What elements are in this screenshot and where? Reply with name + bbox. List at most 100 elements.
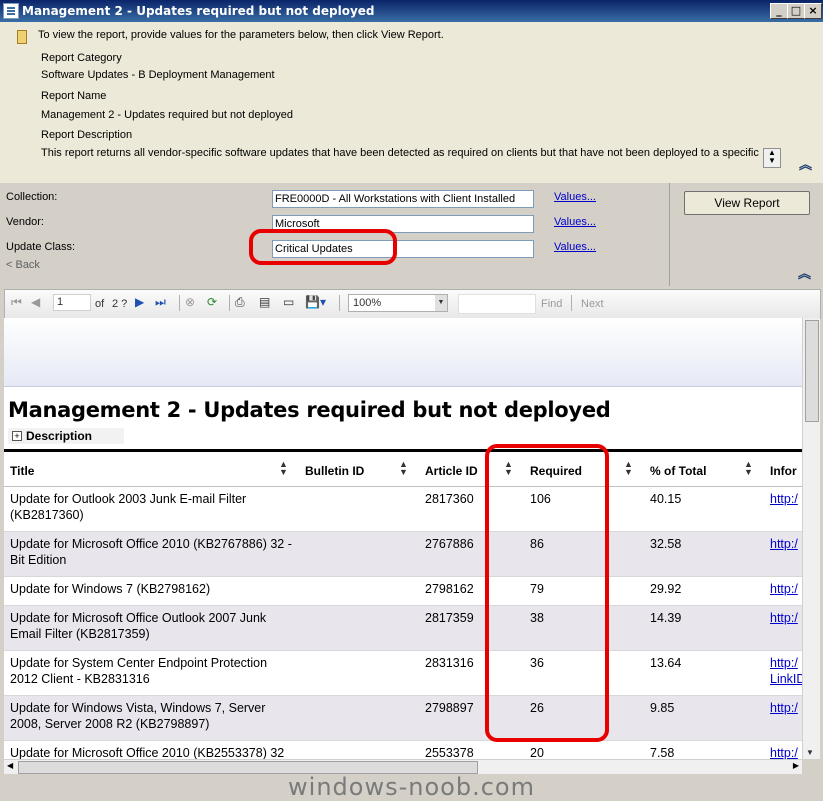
cell-percent: 40.15	[650, 492, 682, 506]
watermark: windows-noob.com	[288, 773, 535, 801]
table-header: Title ▲ ▼ Bulletin ID ▲ ▼ Article ID ▲ ▼ Re…	[4, 454, 802, 487]
name-label: Report Name	[41, 90, 107, 102]
collection-input[interactable]	[272, 190, 534, 208]
last-page-icon[interactable]: ⏭	[155, 295, 166, 309]
find-button[interactable]: Find	[541, 297, 562, 311]
cell-info-link[interactable]: http:/ LinkID	[770, 655, 802, 687]
cell-percent: 14.39	[650, 611, 682, 625]
column-header-percent[interactable]: % of Total	[650, 464, 706, 478]
description-value: This report returns all vendor-specific …	[41, 147, 759, 159]
cell-article: 2798162	[425, 582, 474, 596]
sort-icon[interactable]: ▲ ▼	[744, 460, 753, 477]
name-value: Management 2 - Updates required but not …	[41, 109, 293, 121]
column-header-bulletin[interactable]: Bulletin ID	[305, 464, 364, 478]
cell-percent: 7.58	[650, 746, 675, 759]
vendor-values-link[interactable]: Values...	[554, 216, 596, 228]
print-layout-icon[interactable]: ▤	[259, 295, 270, 309]
description-label: Report Description	[41, 129, 133, 141]
cell-article: 2817360	[425, 492, 474, 506]
table-row: Update for Microsoft Office 2010 (KB2553…	[4, 741, 802, 759]
cell-info-link[interactable]: http:/	[770, 700, 798, 716]
find-next-button[interactable]: Next	[581, 297, 604, 311]
table-row: Update for Windows Vista, Windows 7, Ser…	[4, 696, 802, 741]
toolbar-separator	[339, 295, 340, 311]
vertical-scrollbar[interactable]: ▼	[802, 318, 820, 759]
find-input[interactable]	[458, 294, 536, 314]
cell-title: Update for Outlook 2003 Junk E-mail Filt…	[10, 492, 247, 522]
scroll-left-arrow-icon[interactable]: ◀	[7, 761, 13, 770]
info-link-line2[interactable]: LinkID	[770, 672, 802, 686]
first-page-icon[interactable]: ⏮	[11, 295, 22, 309]
scroll-right-arrow-icon[interactable]: ▶	[793, 761, 799, 770]
vendor-label: Vendor:	[6, 216, 44, 228]
description-label: Description	[26, 429, 93, 443]
parameters-panel: Collection: Values... Vendor: Values... …	[0, 183, 669, 286]
instructions-text: To view the report, provide values for t…	[38, 29, 444, 41]
collapse-params-chevron-icon[interactable]: ︽	[798, 263, 811, 282]
vertical-scroll-thumb[interactable]	[805, 320, 819, 422]
cell-article: 2553378	[425, 746, 474, 759]
header-divider	[4, 449, 802, 452]
cell-title: Update for Microsoft Office 2010 (KB2767…	[10, 537, 292, 567]
column-header-info[interactable]: Infor	[770, 464, 797, 478]
window-title: Management 2 - Updates required but not …	[22, 4, 375, 18]
scroll-down-arrow-icon[interactable]: ▼	[806, 748, 814, 757]
sort-icon[interactable]: ▲ ▼	[624, 460, 633, 477]
cell-title: Update for Microsoft Office Outlook 2007…	[10, 611, 267, 641]
highlight-update-class	[249, 229, 397, 265]
description-toggle[interactable]: + Description	[8, 428, 124, 444]
stop-icon[interactable]: ⊗	[185, 295, 195, 309]
minimize-button[interactable]: _	[770, 3, 788, 19]
chevron-down-icon[interactable]: ▼	[435, 295, 447, 311]
cell-percent: 13.64	[650, 656, 682, 670]
cell-article: 2817359	[425, 611, 474, 625]
back-link[interactable]: < Back	[6, 259, 40, 271]
view-report-panel: View Report ︽	[669, 183, 823, 286]
collapse-chevron-icon[interactable]: ︽	[799, 154, 812, 173]
column-header-article[interactable]: Article ID	[425, 464, 478, 478]
cell-info-link[interactable]: http:/	[770, 491, 798, 507]
update-class-values-link[interactable]: Values...	[554, 241, 596, 253]
close-button[interactable]: ×	[804, 3, 822, 19]
highlight-required-column	[485, 444, 609, 742]
page-number-input[interactable]: 1	[53, 294, 91, 311]
export-icon[interactable]: 💾▾	[305, 295, 326, 309]
column-header-title[interactable]: Title	[10, 464, 34, 478]
cell-title: Update for Microsoft Office 2010 (KB2553…	[10, 746, 285, 759]
table-row: Update for Outlook 2003 Junk E-mail Filt…	[4, 487, 802, 532]
report-toolbar: ⏮ ◀ 1 of 2 ? ▶ ⏭ ⊗ ⟳ ⎙ ▤ ▭ 💾▾ 100% ▼ Find…	[4, 289, 821, 319]
sort-icon[interactable]: ▲ ▼	[399, 460, 408, 477]
cell-info-link[interactable]: http:/	[770, 581, 798, 597]
page-of-label: of	[95, 298, 105, 310]
page-setup-icon[interactable]: ▭	[283, 295, 294, 309]
cell-info-link[interactable]: http:/	[770, 536, 798, 552]
zoom-value: 100%	[353, 297, 382, 309]
collection-values-link[interactable]: Values...	[554, 191, 596, 203]
scroll-spinner[interactable]: ▲ ▼	[763, 148, 781, 168]
report-window-icon	[3, 3, 19, 19]
sort-icon[interactable]: ▲ ▼	[279, 460, 288, 477]
toolbar-separator	[229, 295, 230, 311]
cell-title: Update for System Center Endpoint Protec…	[10, 656, 268, 686]
maximize-button[interactable]: □	[787, 3, 805, 19]
info-link-line1[interactable]: http:/	[770, 656, 798, 670]
cell-article: 2767886	[425, 537, 474, 551]
collection-label: Collection:	[6, 191, 58, 203]
window-title-bar[interactable]: Management 2 - Updates required but not …	[0, 0, 823, 22]
report-info-panel: To view the report, provide values for t…	[0, 22, 823, 184]
horizontal-scrollbar[interactable]: ◀ ▶	[4, 759, 802, 774]
refresh-icon[interactable]: ⟳	[207, 295, 217, 309]
next-page-icon[interactable]: ▶	[135, 295, 144, 309]
view-report-button[interactable]: View Report	[684, 191, 810, 215]
cell-info-link[interactable]: http:/	[770, 745, 798, 759]
cell-info-link[interactable]: http:/	[770, 610, 798, 626]
report-header-band	[4, 318, 802, 387]
cell-title: Update for Windows 7 (KB2798162)	[10, 582, 211, 596]
category-value: Software Updates - B Deployment Manageme…	[41, 69, 275, 81]
expand-plus-icon[interactable]: +	[12, 431, 22, 441]
zoom-select[interactable]: 100% ▼	[348, 294, 448, 312]
previous-page-icon[interactable]: ◀	[31, 295, 40, 309]
cell-article: 2798897	[425, 701, 474, 715]
note-icon	[17, 30, 27, 44]
print-icon[interactable]: ⎙	[235, 295, 245, 309]
